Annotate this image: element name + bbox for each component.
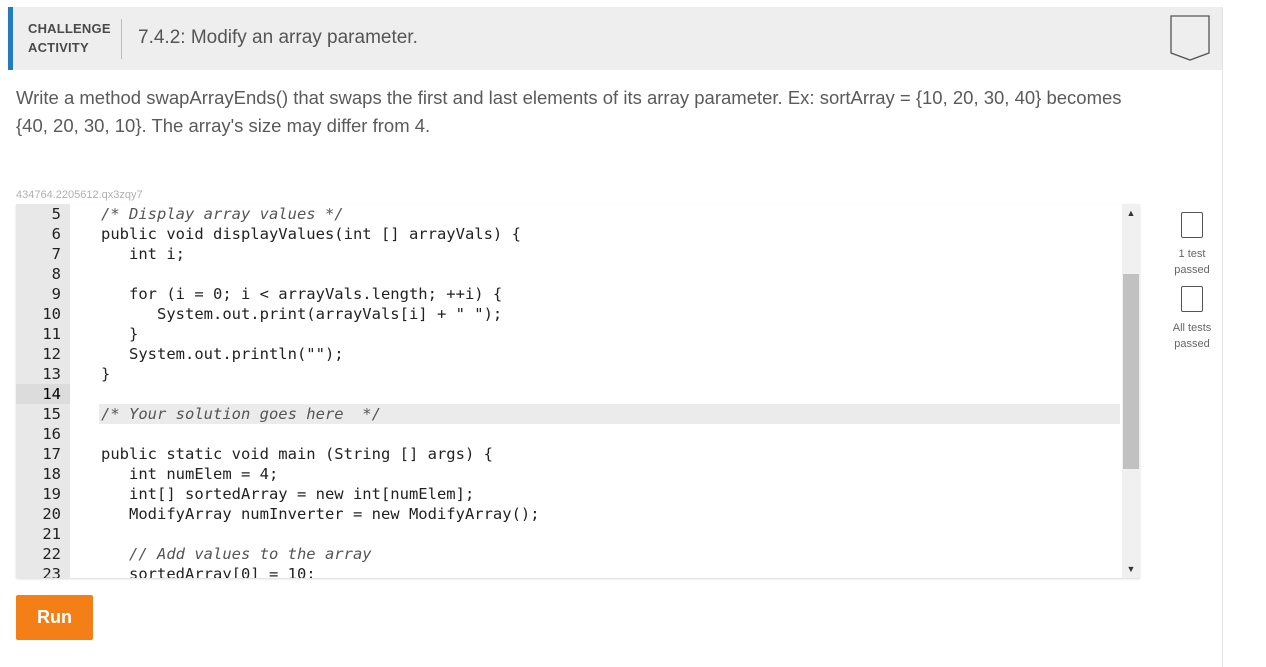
line-number: 10 <box>42 305 61 323</box>
line-number: 17 <box>42 445 61 463</box>
line-number: 11 <box>42 325 61 343</box>
line-number: 22 <box>42 545 61 563</box>
line-number: 9 <box>51 285 61 303</box>
code-line[interactable]: 17 public static void main (String [] arg… <box>16 444 1120 464</box>
code-line[interactable]: 10 System.out.print(arrayVals[i] + " "); <box>16 304 1120 324</box>
code-text[interactable]: public void displayValues(int [] arrayVa… <box>99 224 1120 244</box>
code-text[interactable]: int numElem = 4; <box>99 464 1120 484</box>
code-line[interactable]: 19 int[] sortedArray = new int[numElem]; <box>16 484 1120 504</box>
line-number: 13 <box>42 365 61 383</box>
line-number: 23 <box>42 565 61 578</box>
code-line[interactable]: 5 /* Display array values */ <box>16 204 1120 224</box>
code-text[interactable]: public static void main (String [] args)… <box>99 444 1120 464</box>
instructions-text: Write a method swapArrayEnds() that swap… <box>16 87 1122 136</box>
code-line[interactable]: 13} <box>16 364 1120 384</box>
line-number: 7 <box>51 245 61 263</box>
line-number: 20 <box>42 505 61 523</box>
code-text[interactable]: int[] sortedArray = new int[numElem]; <box>99 484 1120 504</box>
code-text[interactable]: System.out.println(""); <box>99 344 1120 364</box>
activity-type-label: CHALLENGE ACTIVITY <box>28 21 111 55</box>
code-line[interactable]: 18 int numElem = 4; <box>16 464 1120 484</box>
test-status-one: 1 test passed <box>1162 212 1222 278</box>
code-line[interactable]: 23 sortedArray[0] = 10; <box>16 564 1120 578</box>
line-number: 12 <box>42 345 61 363</box>
code-text[interactable] <box>99 264 1120 284</box>
code-line[interactable]: 21 <box>16 524 1120 544</box>
editor-scrollbar[interactable]: ▲ ▼ <box>1122 204 1140 578</box>
code-text[interactable] <box>99 384 1120 404</box>
activity-header: CHALLENGE ACTIVITY 7.4.2: Modify an arra… <box>8 7 1222 70</box>
scroll-up-icon[interactable]: ▲ <box>1122 204 1140 222</box>
code-line[interactable]: 16 <box>16 424 1120 444</box>
code-line[interactable]: 12 System.out.println(""); <box>16 344 1120 364</box>
line-number: 5 <box>51 205 61 223</box>
line-number: 19 <box>42 485 61 503</box>
line-number: 18 <box>42 465 61 483</box>
code-text[interactable]: System.out.print(arrayVals[i] + " "); <box>99 304 1120 324</box>
line-number: 6 <box>51 225 61 243</box>
activity-id: 434764.2205612.qx3zqy7 <box>16 189 143 201</box>
line-number: 21 <box>42 525 61 543</box>
code-line[interactable]: 14 <box>16 384 1120 404</box>
code-line[interactable]: 15 /* Your solution goes here */ <box>16 404 1120 424</box>
code-text[interactable]: ModifyArray numInverter = new ModifyArra… <box>99 504 1120 524</box>
test-status-all: All tests passed <box>1162 286 1222 352</box>
scrollbar-thumb[interactable] <box>1123 274 1139 469</box>
code-lines[interactable]: 5 /* Display array values */ 6 public void … <box>16 204 1120 578</box>
code-text[interactable]: /* Display array values */ <box>99 204 1120 224</box>
code-text[interactable]: } <box>99 324 1120 344</box>
code-line[interactable]: 11 } <box>16 324 1120 344</box>
code-text[interactable]: /* Your solution goes here */ <box>99 404 1120 424</box>
code-line[interactable]: 9 for (i = 0; i < arrayVals.length; ++i)… <box>16 284 1120 304</box>
checkbox-empty-icon <box>1181 286 1203 312</box>
code-line[interactable]: 8 <box>16 264 1120 284</box>
code-text[interactable]: } <box>99 364 1120 384</box>
scroll-down-icon[interactable]: ▼ <box>1122 560 1140 578</box>
line-number: 15 <box>42 405 61 423</box>
code-line[interactable]: 7 int i; <box>16 244 1120 264</box>
code-text[interactable] <box>99 424 1120 444</box>
code-text[interactable]: sortedArray[0] = 10; <box>99 564 1120 578</box>
line-number: 16 <box>42 425 61 443</box>
line-number: 8 <box>51 265 61 283</box>
header-divider <box>121 19 122 59</box>
code-line[interactable]: 22 // Add values to the array <box>16 544 1120 564</box>
code-editor[interactable]: 5 /* Display array values */ 6 public void … <box>16 204 1140 578</box>
test-status-label: All tests passed <box>1172 322 1212 350</box>
code-text[interactable] <box>99 524 1120 544</box>
code-text[interactable]: int i; <box>99 244 1120 264</box>
test-status-label: 1 test passed <box>1174 248 1210 276</box>
run-button[interactable]: Run <box>16 595 93 640</box>
code-text[interactable]: for (i = 0; i < arrayVals.length; ++i) { <box>99 284 1120 304</box>
activity-title: 7.4.2: Modify an array parameter. <box>138 27 418 48</box>
code-line[interactable]: 20 ModifyArray numInverter = new ModifyA… <box>16 504 1120 524</box>
code-line[interactable]: 6 public void displayValues(int [] arrayV… <box>16 224 1120 244</box>
code-text[interactable]: // Add values to the array <box>99 544 1120 564</box>
completion-badge-icon <box>1170 15 1210 61</box>
header-accent-bar <box>8 7 13 70</box>
line-number: 14 <box>16 384 70 404</box>
checkbox-empty-icon <box>1181 212 1203 238</box>
